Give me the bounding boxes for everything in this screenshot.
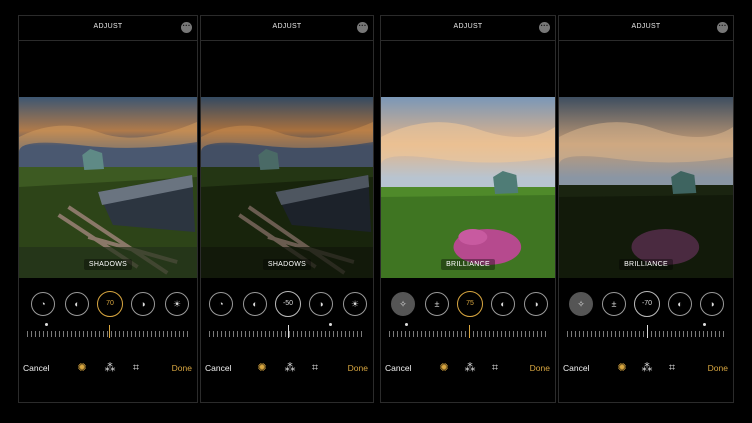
reference-dot bbox=[45, 323, 48, 326]
adjustment-slider[interactable] bbox=[389, 331, 547, 337]
contrast-icon[interactable]: ◑ bbox=[524, 292, 548, 316]
editor-panel-3: ADJUST ··· BRILLIANCE ✧ ± 75 ◐ ◑ Cancel … bbox=[380, 15, 556, 403]
adjustment-slider[interactable] bbox=[567, 331, 725, 337]
bottom-toolbar: Cancel ✺ ⁂ ⌗ Done bbox=[559, 361, 733, 377]
filters-icon[interactable]: ⁂ bbox=[103, 361, 117, 375]
reference-dot bbox=[405, 323, 408, 326]
more-options-icon[interactable]: ··· bbox=[717, 22, 728, 33]
done-button[interactable]: Done bbox=[530, 363, 550, 373]
landscape-photo bbox=[381, 97, 555, 278]
editor-panel-2: ADJUST ··· SHADOWS ◔ ◐ -50 ◑ ☀ Cancel ✺ … bbox=[200, 15, 374, 403]
cancel-button[interactable]: Cancel bbox=[205, 363, 231, 373]
header: ADJUST ··· bbox=[19, 16, 197, 41]
header: ADJUST ··· bbox=[559, 16, 733, 41]
adjust-dial-icon[interactable]: ✺ bbox=[255, 361, 269, 375]
header-title: ADJUST bbox=[453, 23, 483, 30]
crop-icon[interactable]: ⌗ bbox=[129, 361, 143, 375]
crop-icon[interactable]: ⌗ bbox=[488, 361, 502, 375]
adjustment-label: SHADOWS bbox=[262, 259, 312, 270]
crop-icon[interactable]: ⌗ bbox=[308, 361, 322, 375]
header-title: ADJUST bbox=[631, 23, 661, 30]
landscape-photo bbox=[559, 97, 733, 278]
adjust-dial-icon[interactable]: ✺ bbox=[615, 361, 629, 375]
filters-icon[interactable]: ⁂ bbox=[640, 361, 654, 375]
brilliance-icon[interactable]: ◐ bbox=[65, 292, 89, 316]
adjustment-label: SHADOWS bbox=[83, 259, 133, 270]
cancel-button[interactable]: Cancel bbox=[23, 363, 49, 373]
done-button[interactable]: Done bbox=[708, 363, 728, 373]
more-options-icon[interactable]: ··· bbox=[181, 22, 192, 33]
adjustment-slider[interactable] bbox=[27, 331, 189, 337]
exposure-icon[interactable]: ◔ bbox=[209, 292, 233, 316]
cancel-button[interactable]: Cancel bbox=[563, 363, 589, 373]
highlights-icon[interactable]: ◐ bbox=[491, 292, 515, 316]
brilliance-icon[interactable]: ◐ bbox=[243, 292, 267, 316]
shadows-tool-selected[interactable]: -50 bbox=[275, 291, 301, 317]
header-title: ADJUST bbox=[93, 23, 123, 30]
crop-icon[interactable]: ⌗ bbox=[665, 361, 679, 375]
bottom-toolbar: Cancel ✺ ⁂ ⌗ Done bbox=[201, 361, 373, 377]
brilliance-tool-selected[interactable]: -70 bbox=[634, 291, 660, 317]
bottom-toolbar: Cancel ✺ ⁂ ⌗ Done bbox=[381, 361, 555, 377]
more-options-icon[interactable]: ··· bbox=[357, 22, 368, 33]
brightness-icon[interactable]: ☀ bbox=[343, 292, 367, 316]
landscape-photo bbox=[201, 97, 373, 278]
adjustment-label: BRILLIANCE bbox=[619, 259, 673, 270]
slider-needle[interactable] bbox=[288, 325, 289, 338]
adjust-dial-icon[interactable]: ✺ bbox=[437, 361, 451, 375]
filters-icon[interactable]: ⁂ bbox=[463, 361, 477, 375]
adjustment-tools: ◔ ◐ -50 ◑ ☀ bbox=[201, 291, 373, 318]
photo-preview: SHADOWS bbox=[201, 97, 373, 278]
adjustment-tools: ◔ ◐ 70 ◑ ☀ bbox=[19, 291, 197, 318]
contrast-icon[interactable]: ◑ bbox=[700, 292, 724, 316]
adjustment-label: BRILLIANCE bbox=[441, 259, 495, 270]
landscape-photo bbox=[19, 97, 197, 278]
adjustment-tools: ✧ ± 75 ◐ ◑ bbox=[381, 291, 555, 318]
header: ADJUST ··· bbox=[201, 16, 373, 41]
contrast-icon[interactable]: ◑ bbox=[131, 292, 155, 316]
auto-wand-icon[interactable]: ✧ bbox=[569, 292, 593, 316]
photo-preview: BRILLIANCE bbox=[381, 97, 555, 278]
exposure-icon[interactable]: ± bbox=[425, 292, 449, 316]
shadows-tool-selected[interactable]: 70 bbox=[97, 291, 123, 317]
exposure-icon[interactable]: ± bbox=[602, 292, 626, 316]
done-button[interactable]: Done bbox=[348, 363, 368, 373]
header-title: ADJUST bbox=[272, 23, 302, 30]
brilliance-tool-selected[interactable]: 75 bbox=[457, 291, 483, 317]
photo-preview: SHADOWS bbox=[19, 97, 197, 278]
reference-dot bbox=[329, 323, 332, 326]
slider-needle[interactable] bbox=[469, 325, 470, 338]
more-options-icon[interactable]: ··· bbox=[539, 22, 550, 33]
bottom-toolbar: Cancel ✺ ⁂ ⌗ Done bbox=[19, 361, 197, 377]
filters-icon[interactable]: ⁂ bbox=[283, 361, 297, 375]
highlights-icon[interactable]: ◐ bbox=[668, 292, 692, 316]
done-button[interactable]: Done bbox=[172, 363, 192, 373]
photo-preview: BRILLIANCE bbox=[559, 97, 733, 278]
auto-wand-icon[interactable]: ✧ bbox=[391, 292, 415, 316]
cancel-button[interactable]: Cancel bbox=[385, 363, 411, 373]
slider-needle[interactable] bbox=[109, 325, 110, 338]
reference-dot bbox=[703, 323, 706, 326]
contrast-icon[interactable]: ◑ bbox=[309, 292, 333, 316]
slider-needle[interactable] bbox=[647, 325, 648, 338]
brightness-icon[interactable]: ☀ bbox=[165, 292, 189, 316]
header: ADJUST ··· bbox=[381, 16, 555, 41]
editor-panel-1: ADJUST ··· SHADOWS ◔ ◐ 70 ◑ ☀ Cancel ✺ ⁂… bbox=[18, 15, 198, 403]
editor-panel-4: ADJUST ··· BRILLIANCE ✧ ± -70 ◐ ◑ Cancel… bbox=[558, 15, 734, 403]
adjustment-slider[interactable] bbox=[209, 331, 365, 337]
exposure-icon[interactable]: ◔ bbox=[31, 292, 55, 316]
adjust-dial-icon[interactable]: ✺ bbox=[75, 361, 89, 375]
adjustment-tools: ✧ ± -70 ◐ ◑ bbox=[559, 291, 733, 318]
